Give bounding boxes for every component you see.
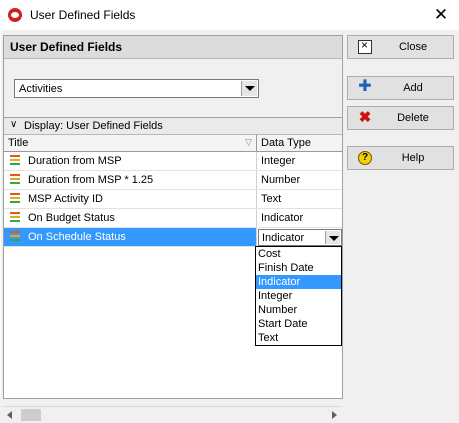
udf-field-icon [10, 174, 20, 186]
dropdown-option[interactable]: Integer [256, 289, 341, 303]
table-row[interactable]: Duration from MSP Integer [4, 152, 342, 171]
chevron-down-icon [329, 236, 339, 241]
dropdown-option[interactable]: Indicator [256, 275, 341, 289]
data-type-dropdown-list: Cost Finish Date Indicator Integer Number Sta… [255, 246, 342, 346]
title-bar: User Defined Fields ✕ [0, 0, 459, 30]
udf-field-icon [10, 212, 20, 224]
cell-data-type[interactable]: Text [257, 190, 342, 208]
close-button[interactable]: Close [347, 35, 454, 59]
dropdown-arrow-button[interactable] [241, 81, 257, 96]
scroll-thumb[interactable] [21, 409, 41, 421]
table-row[interactable]: MSP Activity ID Text [4, 190, 342, 209]
table-row[interactable]: On Budget Status Indicator [4, 209, 342, 228]
display-label: Display: User Defined Fields [24, 120, 163, 132]
cell-title[interactable]: On Budget Status [4, 209, 257, 227]
dropdown-option[interactable]: Finish Date [256, 261, 341, 275]
dropdown-option[interactable]: Start Date [256, 317, 341, 331]
red-x-icon: ✖ [358, 109, 372, 126]
dropdown-option[interactable]: Text [256, 331, 341, 345]
collapse-chevron-icon[interactable]: ∨ [10, 119, 17, 130]
plus-icon: ✚ [358, 78, 372, 95]
column-header-title[interactable]: Title ▽ [4, 135, 257, 151]
data-type-select[interactable]: Indicator [258, 229, 342, 246]
cell-title[interactable]: Duration from MSP * 1.25 [4, 171, 257, 189]
scroll-left-icon[interactable] [7, 411, 12, 419]
app-logo-icon [8, 8, 22, 22]
help-question-icon: ? [358, 151, 372, 165]
section-title: User Defined Fields [10, 40, 123, 54]
udf-table-body: Duration from MSP Integer Duration from MS… [4, 152, 342, 247]
cell-title[interactable]: MSP Activity ID [4, 190, 257, 208]
cell-data-type[interactable]: Number [257, 171, 342, 189]
scroll-right-icon[interactable] [332, 411, 337, 419]
display-bar[interactable]: ∨ Display: User Defined Fields [4, 118, 342, 135]
grid-header: Title ▽ Data Type [4, 135, 342, 152]
add-button[interactable]: ✚ Add [347, 76, 454, 100]
table-row[interactable]: Duration from MSP * 1.25 Number [4, 171, 342, 190]
dropdown-option[interactable]: Number [256, 303, 341, 317]
window-close-icon[interactable]: ✕ [428, 3, 454, 27]
close-window-icon [358, 38, 372, 54]
help-button[interactable]: ? Help [347, 146, 454, 170]
udf-field-icon [10, 231, 20, 243]
cell-data-type[interactable]: Integer [257, 152, 342, 170]
chevron-down-icon [245, 86, 255, 91]
table-row[interactable]: On Schedule Status Indicator [4, 228, 342, 247]
column-header-data-type[interactable]: Data Type [257, 135, 342, 151]
subject-area-select[interactable]: Activities [14, 79, 259, 98]
filter-icon[interactable]: ▽ [245, 137, 252, 148]
cell-data-type[interactable]: Indicator [257, 209, 342, 227]
cell-title[interactable]: Duration from MSP [4, 152, 257, 170]
dropdown-option[interactable]: Cost [256, 247, 341, 261]
horizontal-scrollbar[interactable] [3, 406, 341, 423]
cell-title[interactable]: On Schedule Status [4, 228, 257, 246]
header-bar: User Defined Fields [4, 36, 342, 59]
delete-button[interactable]: ✖ Delete [347, 106, 454, 130]
udf-field-icon [10, 155, 20, 167]
window-title: User Defined Fields [30, 8, 136, 22]
subject-area-value: Activities [19, 83, 63, 95]
dropdown-arrow-button[interactable] [325, 231, 340, 244]
udf-field-icon [10, 193, 20, 205]
